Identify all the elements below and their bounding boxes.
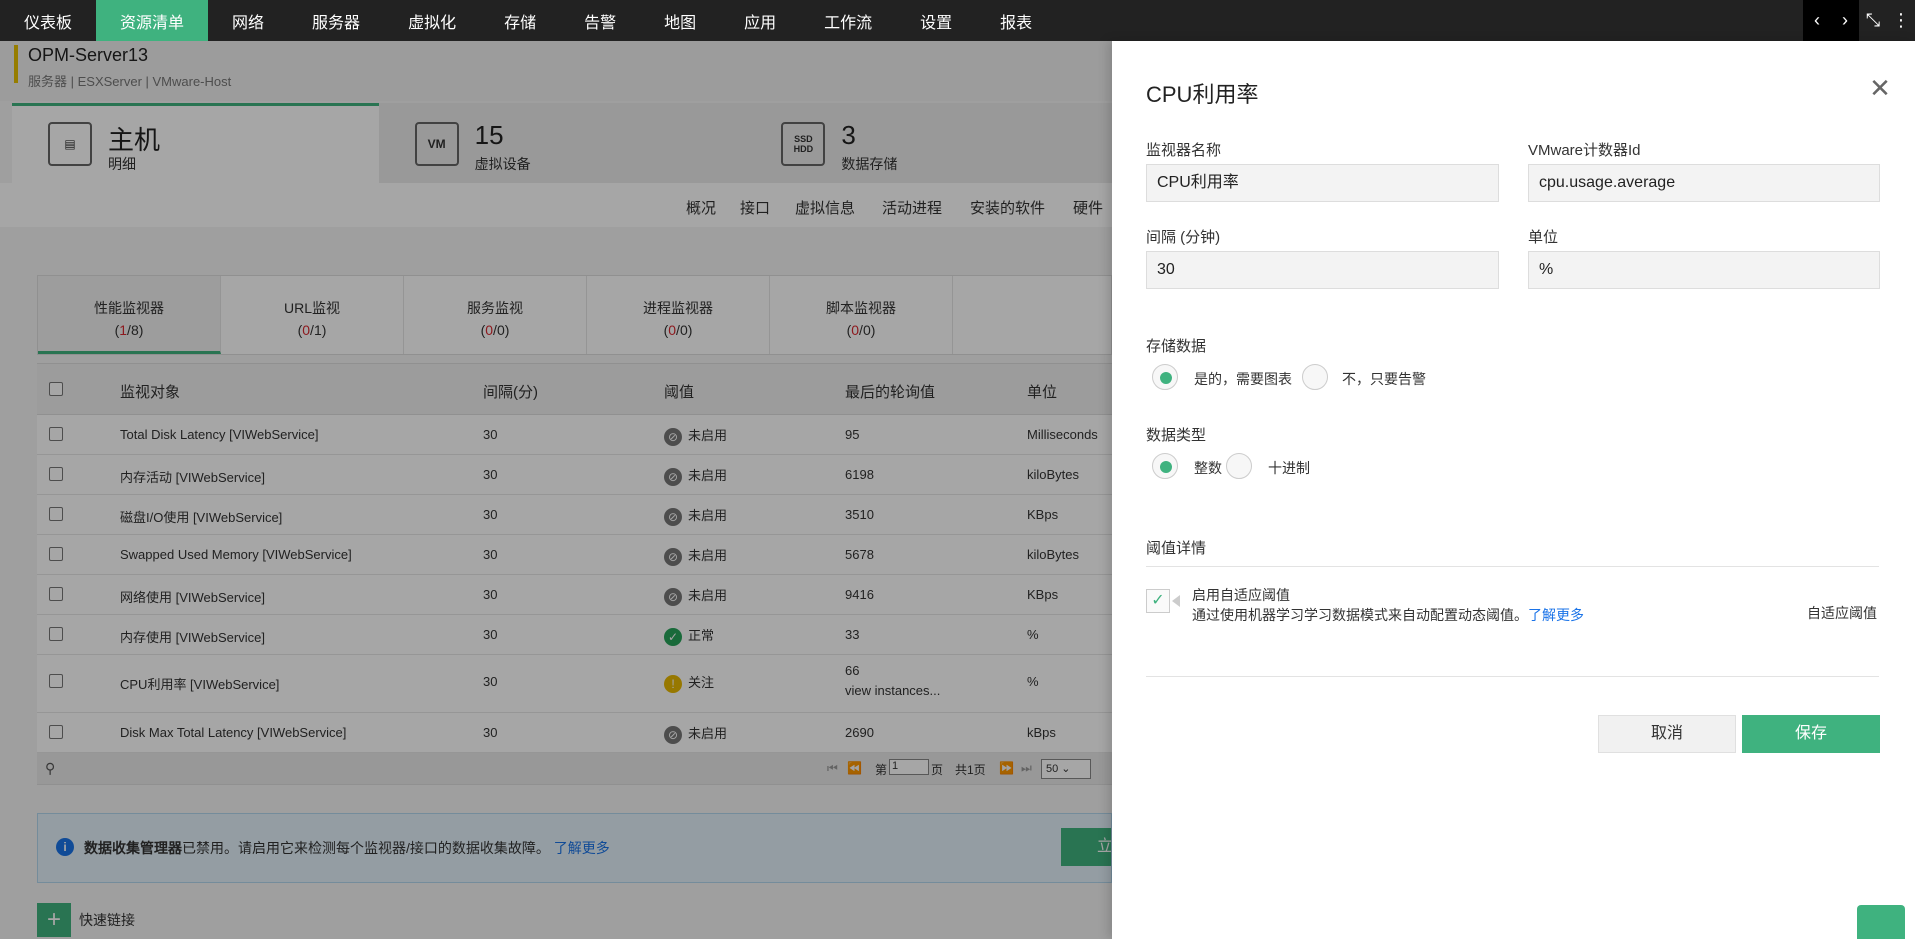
divider	[1146, 566, 1879, 567]
close-icon[interactable]: ✕	[1867, 75, 1893, 101]
more-vertical-icon[interactable]: ⋮	[1887, 0, 1915, 41]
store-no-label: 不，只要告警	[1342, 371, 1426, 387]
dtype-int-radio[interactable]	[1152, 453, 1178, 479]
counter-id-label: VMware计数器Id	[1528, 142, 1641, 159]
divider	[1146, 676, 1879, 677]
edit-monitor-panel: CPU利用率 ✕ 监视器名称 CPU利用率 VMware计数器Id cpu.us…	[1112, 41, 1915, 939]
adaptive-desc: 通过使用机器学习学习数据模式来自动配置动态阈值。了解更多	[1192, 605, 1584, 625]
nav-virtualization[interactable]: 虚拟化	[384, 0, 480, 41]
checkbox-arrow	[1172, 595, 1180, 607]
modal-backdrop[interactable]	[0, 41, 1112, 939]
nav-servers[interactable]: 服务器	[288, 0, 384, 41]
cancel-button[interactable]: 取消	[1598, 715, 1736, 753]
store-yes-label: 是的，需要图表	[1194, 371, 1292, 387]
dtype-dec-label: 十进制	[1268, 460, 1310, 476]
top-nav: 仪表板 资源清单 网络 服务器 虚拟化 存储 告警 地图 应用 工作流 设置 报…	[0, 0, 1915, 41]
panel-title: CPU利用率	[1146, 82, 1259, 107]
store-no-radio[interactable]	[1302, 364, 1328, 390]
adaptive-learn-more-link[interactable]: 了解更多	[1528, 607, 1584, 623]
nav-inventory[interactable]: 资源清单	[96, 0, 209, 41]
dtype-int-label: 整数	[1194, 460, 1222, 476]
save-button[interactable]: 保存	[1742, 715, 1880, 753]
chevron-right-icon[interactable]: ›	[1831, 0, 1859, 41]
store-yes-radio[interactable]	[1152, 364, 1178, 390]
nav-settings[interactable]: 设置	[896, 0, 976, 41]
nav-network[interactable]: 网络	[208, 0, 288, 41]
interval-label: 间隔 (分钟)	[1146, 229, 1221, 246]
nav-apps[interactable]: 应用	[720, 0, 800, 41]
monitor-name-label: 监视器名称	[1146, 142, 1222, 159]
store-data-label: 存储数据	[1146, 338, 1207, 355]
collapse-icon[interactable]: ⤡	[1859, 0, 1887, 41]
data-type-label: 数据类型	[1146, 427, 1207, 444]
unit-input[interactable]: %	[1528, 251, 1880, 289]
adaptive-threshold-link[interactable]: 自适应阈值	[1807, 603, 1877, 623]
nav-maps[interactable]: 地图	[640, 0, 720, 41]
nav-dashboard[interactable]: 仪表板	[0, 0, 96, 41]
chevron-left-icon[interactable]: ‹	[1803, 0, 1831, 41]
nav-alarms[interactable]: 告警	[560, 0, 640, 41]
nav-storage[interactable]: 存储	[480, 0, 560, 41]
nav-workflow[interactable]: 工作流	[800, 0, 896, 41]
adaptive-threshold-checkbox[interactable]: ✓	[1146, 589, 1170, 613]
dtype-dec-radio[interactable]	[1226, 453, 1252, 479]
nav-reports[interactable]: 报表	[976, 0, 1056, 41]
chat-icon[interactable]	[1857, 905, 1905, 939]
adaptive-title: 启用自适应阈值	[1192, 587, 1290, 603]
interval-input[interactable]: 30	[1146, 251, 1499, 289]
counter-id-input[interactable]: cpu.usage.average	[1528, 164, 1880, 202]
monitor-name-input[interactable]: CPU利用率	[1146, 164, 1499, 202]
unit-label: 单位	[1528, 229, 1559, 246]
adaptive-desc-text: 通过使用机器学习学习数据模式来自动配置动态阈值。	[1192, 607, 1528, 623]
threshold-details-label: 阈值详情	[1146, 540, 1207, 557]
